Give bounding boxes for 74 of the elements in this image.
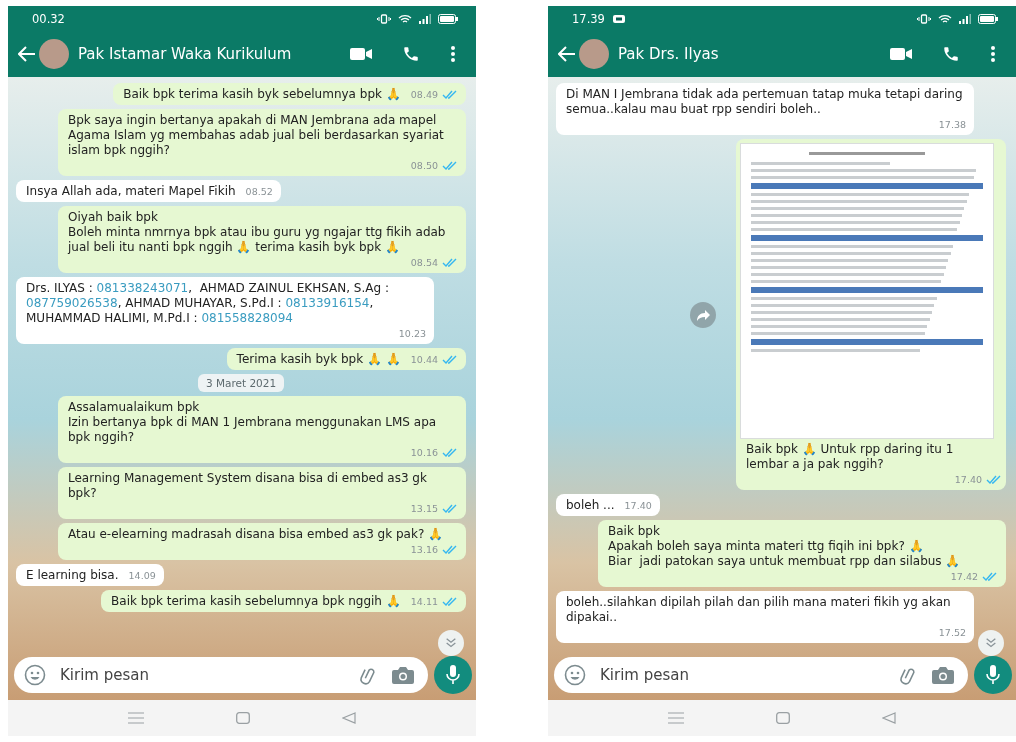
message-text: Assalamualaikum bpk Izin bertanya bpk di MAN 1 Jembrana menggunakan LMS apa bpk nggih? <box>68 400 438 445</box>
camera-icon[interactable] <box>392 666 414 684</box>
message-text: boleh ... <box>566 498 615 513</box>
message-text: Di MAN I Jembrana tidak ada pertemuan tatap muka tetapi daring semua..kalau mau buat rpp sendiri boleh.. <box>566 87 964 117</box>
message-input-field[interactable]: Kirim pesan <box>598 665 886 685</box>
message-input-field[interactable]: Kirim pesan <box>58 665 346 685</box>
back-triangle-icon[interactable] <box>882 712 896 724</box>
battery-icon <box>438 13 458 24</box>
status-time: 00.32 <box>32 11 65 26</box>
phone-call-icon[interactable] <box>402 45 420 63</box>
message-time: 17.52 <box>938 626 966 640</box>
message-text: Baik bpk Apakah boleh saya minta materi ttg fiqih ini bpk? 🙏 Biar jadi patokan saya untuk membuat rpp dan silabus 🙏 <box>608 524 961 569</box>
message-text: Atau e-elearning madrasah disana bisa embed as3 gk pak? 🙏 <box>68 527 444 542</box>
date-label: 3 Maret 2021 <box>197 374 285 392</box>
message-text: Drs. ILYAS : 081338243071, AHMAD ZAINUL EKHSAN, S.Ag : 087759026538, AHMAD MUHAYAR, S.Pd.I : 08133916154, MUHAMMAD HALIMI, M.Pd.I : 081558828094 <box>26 281 390 326</box>
emoji-icon[interactable] <box>24 664 46 686</box>
signal-icon <box>959 13 971 24</box>
home-square-icon[interactable] <box>776 712 790 724</box>
message-time: 08.54 <box>410 256 438 270</box>
emoji-icon[interactable] <box>564 664 586 686</box>
message-time: 10.44 <box>410 353 438 367</box>
message-time: 14.09 <box>128 569 156 583</box>
message-text: Oiyah baik bpk Boleh minta nmrnya bpk atau ibu guru yg ngajar ttg fikih adab jual beli itu nanti bpk nggih 🙏 terima kasih byk bpk 🙏 <box>68 210 447 255</box>
microphone-button[interactable] <box>434 656 472 694</box>
battery-icon <box>978 13 998 24</box>
microphone-button[interactable] <box>974 656 1012 694</box>
scroll-down-icon[interactable] <box>438 630 464 656</box>
phone-call-icon[interactable] <box>942 45 960 63</box>
more-options-icon[interactable] <box>450 45 456 63</box>
signal-icon <box>419 13 431 24</box>
message-text: Learning Management System disana bisa di embed as3 gk bpk? <box>68 471 428 501</box>
phone-link[interactable]: 081558828094 <box>201 311 293 325</box>
message-time: 08.50 <box>410 159 438 173</box>
message-time: 08.49 <box>410 88 438 102</box>
message-text: Baik bpk terima kasih byk sebelumnya bpk 🙏 <box>123 87 401 102</box>
more-options-icon[interactable] <box>990 45 996 63</box>
phone-link[interactable]: 087759026538 <box>26 296 118 310</box>
message-time: 17.40 <box>954 473 982 487</box>
video-call-icon[interactable] <box>890 47 912 61</box>
message-time: 13.16 <box>410 543 438 557</box>
back-triangle-icon[interactable] <box>342 712 356 724</box>
message-time: 14.11 <box>410 595 438 609</box>
status-time: 17.39 <box>572 11 605 26</box>
document-image[interactable] <box>740 143 994 439</box>
message-text: Insya Allah ada, materi Mapel Fikih <box>26 184 236 199</box>
microphone-icon <box>446 665 460 685</box>
message-text: boleh..silahkan dipilah pilah dan pilih mana materi fikih yg akan dipakai.. <box>566 595 952 625</box>
message-text: E learning bisa. <box>26 568 119 583</box>
message-time: 10.23 <box>398 327 426 341</box>
camera-icon[interactable] <box>932 666 954 684</box>
message-time: 17.42 <box>950 570 978 584</box>
message-input-bar[interactable]: Kirim pesan <box>14 657 428 693</box>
back-arrow-icon[interactable] <box>18 46 36 62</box>
message-text: Bpk saya ingin bertanya apakah di MAN Jembrana ada mapel Agama Islam yg membahas adab jual beli berdasarkan syariat islam bpk nggih? <box>68 113 445 158</box>
video-call-icon[interactable] <box>350 47 372 61</box>
message-time: 17.40 <box>624 499 652 513</box>
message-time: 17.38 <box>938 118 966 132</box>
message-text: Terima kasih byk bpk 🙏 🙏 <box>236 352 401 367</box>
image-caption: Baik bpk 🙏 Untuk rpp daring itu 1 lembar a ja pak nggih? <box>745 441 955 472</box>
wifi-icon <box>398 13 412 24</box>
phone-link[interactable]: 081338243071 <box>96 281 189 295</box>
vibrate-icon <box>377 13 391 24</box>
message-time: 13.15 <box>410 502 438 516</box>
scroll-down-icon[interactable] <box>978 630 1004 656</box>
microphone-icon <box>986 665 1000 685</box>
message-time: 10.16 <box>410 446 438 460</box>
message-time: 08.52 <box>245 185 273 199</box>
home-square-icon[interactable] <box>236 712 250 724</box>
share-icon[interactable] <box>690 301 716 328</box>
message-text: Baik bpk terima kasih sebelumnya bpk nggih 🙏 <box>111 594 401 609</box>
vibrate-icon <box>917 13 931 24</box>
message-input-bar[interactable]: Kirim pesan <box>554 657 968 693</box>
back-arrow-icon[interactable] <box>558 46 576 62</box>
wifi-icon <box>938 13 952 24</box>
